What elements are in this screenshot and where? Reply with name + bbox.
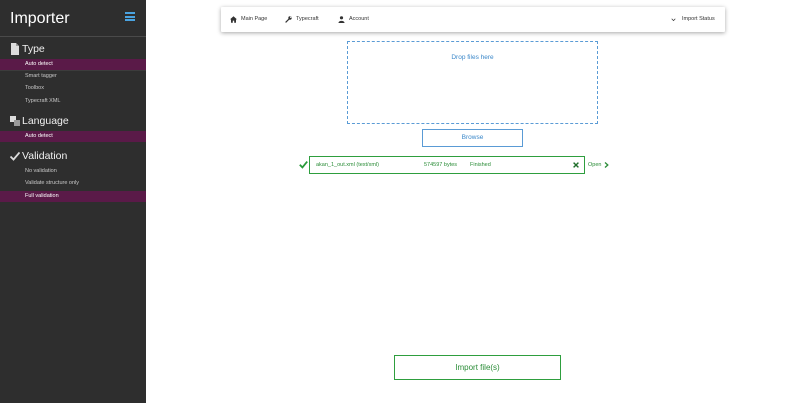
section-language-label: Language [22,115,69,127]
wrench-icon [285,16,292,23]
section-type-label: Type [22,43,45,55]
user-icon [338,16,345,23]
browse-button[interactable]: Browse [422,129,523,147]
validation-structure-only[interactable]: Validate structure only [0,178,146,189]
app-title: Importer [10,10,70,27]
section-validation-label: Validation [22,150,68,162]
language-icon [10,116,20,126]
menu-icon[interactable] [125,12,135,21]
section-type: Type [0,42,146,56]
validation-full[interactable]: Full validation [0,191,146,202]
section-language: Language [0,114,146,128]
open-link-label: Open [588,162,602,168]
file-status: Finished [470,162,491,168]
checkmark-icon [299,161,308,169]
sidebar-header: Importer [0,0,146,37]
file-name: akan_1_out.xml (text/xml) [316,162,379,168]
document-icon [11,43,19,55]
validation-none[interactable]: No validation [0,166,146,177]
chevron-down-icon [671,18,676,22]
type-typecraft-xml[interactable]: Typecraft XML [0,96,146,107]
top-navbar: Main Page Typecraft Account Import Statu… [221,7,725,32]
open-file-link[interactable]: Open [588,156,609,174]
home-icon [230,16,237,23]
file-dropzone[interactable]: Drop files here [347,41,598,124]
section-validation: Validation [0,149,146,163]
type-smart-tagger[interactable]: Smart tagger [0,71,146,82]
chevron-right-icon [604,162,609,168]
sidebar: Importer Type Auto detect Smart tagger T… [0,0,146,403]
file-size: 574597 bytes [424,162,458,168]
import-files-button[interactable]: Import file(s) [394,355,561,380]
uploaded-file-row: akan_1_out.xml (text/xml) 574597 bytes F… [309,156,585,174]
type-auto-detect[interactable]: Auto detect [0,59,146,70]
close-icon[interactable] [573,162,579,168]
dropzone-text: Drop files here [451,54,494,61]
type-toolbox[interactable]: Toolbox [0,83,146,94]
checkmark-icon [10,151,20,161]
language-auto-detect[interactable]: Auto detect [0,131,146,142]
